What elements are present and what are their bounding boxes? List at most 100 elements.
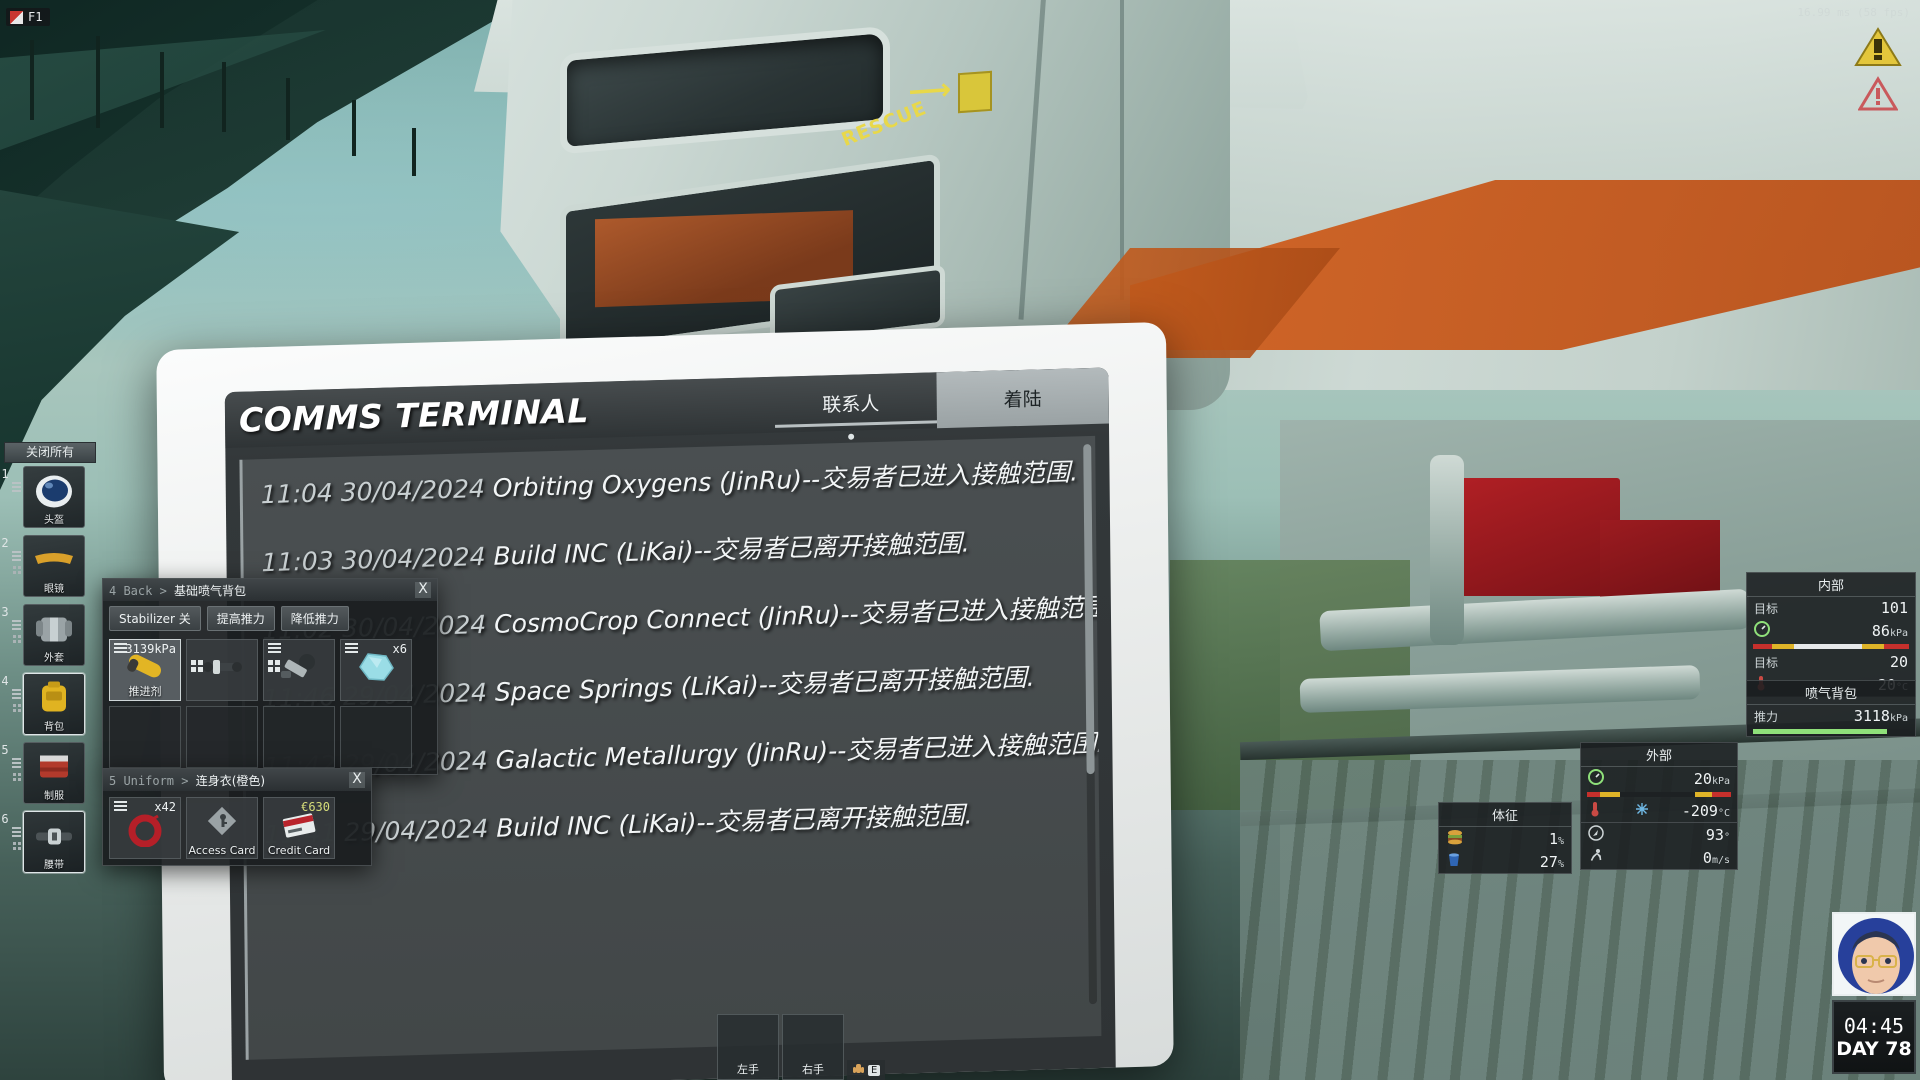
hud-jetpack-panel: 喷气背包 推力 3118kPa — [1746, 680, 1916, 737]
credit-card-icon — [281, 811, 317, 843]
speed-value: 0m/s — [1703, 849, 1730, 867]
tab-contacts[interactable]: 联系人 — [765, 372, 938, 440]
breadcrumb: 4 Back > 基础喷气背包 — [109, 582, 246, 599]
f1-help-badge[interactable]: F1 — [6, 8, 51, 26]
increase-thrust-button[interactable]: 提高推力 — [206, 606, 275, 631]
close-icon[interactable]: X — [349, 772, 365, 788]
slot-belt[interactable]: 腰带 — [23, 811, 85, 873]
temp-target-value: 20 — [1889, 653, 1908, 671]
backpack-actions: Stabilizer 关 提高推力 降低推力 — [103, 601, 437, 633]
key-label: E — [868, 1064, 881, 1076]
slot-backpack[interactable]: 背包 — [23, 673, 85, 735]
uniform-icon — [34, 751, 74, 790]
hotbar-slot-5[interactable]: 5 制服 — [0, 742, 100, 808]
hud-vitals-title: 体征 — [1439, 803, 1571, 827]
character-portrait — [1832, 912, 1916, 996]
message-text: CosmoCrop Connect (JinRu)--交易者已进入接触范围. — [494, 592, 1102, 639]
inventory-slot[interactable] — [109, 706, 181, 768]
hud-external-panel: 外部 20kPa -209°C — [1580, 742, 1738, 823]
inventory-slot[interactable]: x42 — [109, 797, 181, 859]
food-value: 1% — [1549, 830, 1564, 848]
heading-unit: ° — [1723, 831, 1730, 843]
pressure-gauge-icon — [1754, 621, 1770, 640]
inventory-slot[interactable]: x6 — [340, 639, 412, 701]
internal-pressure-row: 86kPa — [1747, 619, 1915, 642]
uniform-slot-grid: x42 Access Card €630 Credit Card — [103, 791, 371, 865]
hotbar-label: 腰带 — [44, 860, 64, 871]
hotbar-slot-3[interactable]: 3 外套 — [0, 604, 100, 670]
tab-active-dot — [848, 433, 855, 440]
f1-label: F1 — [28, 10, 43, 24]
tab-label: 联系人 — [822, 392, 880, 416]
hotbar-slot-4[interactable]: 4 背包 — [0, 673, 100, 739]
left-hand-slot[interactable]: 左手 — [717, 1014, 779, 1080]
stabilizer-toggle-button[interactable]: Stabilizer 关 — [109, 606, 201, 631]
panel-header: 5 Uniform > 连身衣(橙色) X — [103, 769, 371, 791]
tool-icon — [199, 655, 245, 683]
slot-helmet[interactable]: 头盔 — [23, 466, 85, 528]
slot-glasses[interactable]: 眼镜 — [23, 535, 85, 597]
nav-heading-row: 93° — [1581, 823, 1737, 846]
decrease-thrust-button[interactable]: 降低推力 — [280, 606, 349, 631]
slot-jacket[interactable]: 外套 — [23, 604, 85, 666]
slot-item-name: Access Card — [188, 844, 256, 857]
hotbar-slot-2[interactable]: 2 眼镜 — [0, 535, 100, 601]
breadcrumb-item-name: 基础喷气背包 — [174, 583, 247, 598]
clock-time: 04:45 — [1843, 1014, 1905, 1038]
hotbar-number: 4 — [1, 674, 9, 688]
terminal-tabs: 联系人 着陆 — [765, 367, 1109, 440]
inventory-slot[interactable]: Access Card — [186, 797, 258, 859]
inventory-slot[interactable] — [263, 639, 335, 701]
inventory-slot[interactable]: €630 Credit Card — [263, 797, 335, 859]
alert-triangle-icon[interactable] — [1857, 76, 1899, 112]
message-text: Orbiting Oxygens (JinRu)--交易者已进入接触范围. — [492, 457, 1079, 503]
hotbar-slot-1[interactable]: 1 头盔 — [0, 466, 100, 532]
backpack-slot-grid: 3139kPa 推进剂 x6 — [103, 633, 437, 774]
breadcrumb-item-name: 连身衣(橙色) — [195, 773, 266, 788]
hud-vitals-panel: 体征 1% 27% — [1438, 802, 1572, 874]
target-value: 101 — [1880, 599, 1908, 617]
thrust-label: 推力 — [1754, 709, 1779, 724]
hotbar-slot-6[interactable]: 6 腰带 — [0, 811, 100, 877]
inventory-slot[interactable]: 3139kPa 推进剂 — [109, 639, 181, 701]
right-hand-slot[interactable]: 右手 — [782, 1014, 844, 1080]
internal-target-pressure-row: 目标 101 — [1747, 597, 1915, 619]
thrust-unit: kPa — [1889, 713, 1908, 724]
water-value: 27% — [1540, 853, 1564, 871]
hotbar-number: 6 — [1, 812, 9, 826]
warning-triangle-icon[interactable] — [1854, 26, 1902, 68]
tab-landing[interactable]: 着陆 — [936, 367, 1109, 429]
inventory-slot[interactable] — [263, 706, 335, 768]
hull-yellow-panel — [958, 70, 992, 114]
page-title: COMMS TERMINAL — [238, 390, 590, 440]
hotbar-number: 2 — [1, 536, 9, 550]
breadcrumb-slot: 4 Back > — [109, 583, 167, 598]
inventory-slot[interactable] — [186, 706, 258, 768]
hud-internal-panel: 内部 目标 101 86kPa 目标 20 — [1746, 572, 1916, 697]
close-all-button[interactable]: 关闭所有 — [4, 442, 96, 463]
speed-unit: m/s — [1711, 854, 1730, 866]
external-pressure-bar — [1587, 792, 1731, 797]
inventory-slot[interactable] — [340, 706, 412, 768]
backpack-icon — [34, 681, 74, 722]
message-timestamp: 11:04 30/04/2024 — [260, 473, 485, 510]
breadcrumb: 5 Uniform > 连身衣(橙色) — [109, 772, 265, 789]
water-number: 27 — [1539, 852, 1558, 871]
target-label: 目标 — [1754, 601, 1779, 616]
jetpack-thrust-row: 推力 3118kPa — [1747, 705, 1915, 727]
left-hand-label: 左手 — [737, 1063, 759, 1076]
uniform-inventory-panel: 5 Uniform > 连身衣(橙色) X x42 Access Card €6… — [102, 768, 372, 866]
water-icon — [1446, 852, 1462, 871]
message-timestamp: 11:03 30/04/2024 — [261, 541, 486, 578]
hotbar-label: 外套 — [44, 653, 64, 664]
speed-number: 0 — [1702, 848, 1712, 867]
game-clock: 04:45 DAY 78 — [1832, 1000, 1916, 1074]
thrust-number: 3118 — [1853, 707, 1890, 725]
slot-uniform[interactable]: 制服 — [23, 742, 85, 804]
clock-day: DAY 78 — [1836, 1038, 1912, 1060]
close-icon[interactable]: X — [415, 582, 431, 598]
slot-menu-icon[interactable] — [114, 801, 127, 811]
panel-header: 4 Back > 基础喷气背包 X — [103, 579, 437, 601]
inventory-slot[interactable] — [186, 639, 258, 701]
message-text: Galactic Metallurgy (JinRu)--交易者已进入接触范围. — [495, 728, 1102, 775]
